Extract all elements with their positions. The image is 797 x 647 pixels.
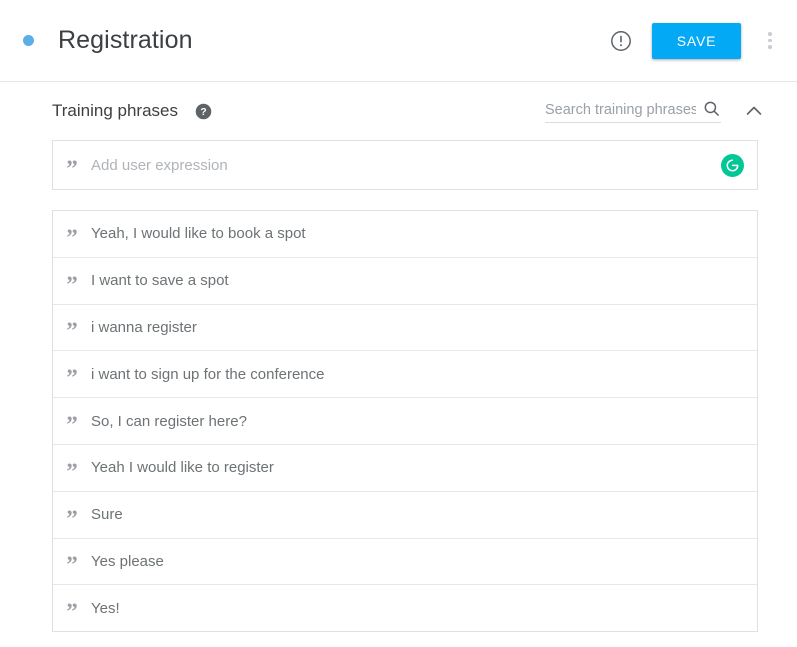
help-icon[interactable]: ?: [195, 103, 212, 120]
kebab-dot: [768, 45, 772, 49]
quote-icon: ”: [66, 365, 78, 391]
training-phrase-text: Sure: [91, 506, 123, 524]
section-title: Training phrases: [52, 101, 178, 120]
error-outline-icon[interactable]: [609, 29, 633, 53]
quote-icon: ”: [66, 599, 78, 625]
table-row[interactable]: ” i wanna register: [53, 303, 757, 351]
app-header: Registration SAVE: [0, 0, 797, 82]
add-expression-row[interactable]: ”: [53, 141, 757, 189]
search-icon[interactable]: [702, 99, 721, 118]
table-row[interactable]: ” I want to save a spot: [53, 256, 757, 304]
quote-icon: ”: [66, 505, 78, 531]
training-phrase-text: i want to sign up for the conference: [91, 365, 325, 383]
section-header: Training phrases ?: [0, 82, 797, 140]
page-title: Registration: [58, 26, 193, 54]
training-phrase-text: I want to save a spot: [91, 272, 229, 290]
table-row[interactable]: ” i want to sign up for the conference: [53, 350, 757, 397]
training-phrases-list: ” Yeah, I would like to book a spot ” I wan…: [52, 210, 758, 633]
chevron-up-icon[interactable]: [743, 100, 765, 122]
add-expression-card[interactable]: ”: [52, 140, 758, 190]
quote-icon: ”: [66, 458, 78, 484]
table-row[interactable]: ” Yeah, I would like to book a spot: [53, 211, 757, 257]
quote-icon: ”: [66, 271, 78, 297]
table-row[interactable]: ” Yes!: [53, 584, 757, 631]
table-row[interactable]: ” So, I can register here?: [53, 397, 757, 444]
save-button[interactable]: SAVE: [652, 22, 741, 59]
intent-status-dot: [23, 35, 34, 46]
training-phrase-text: So, I can register here?: [91, 412, 247, 430]
quote-icon: ”: [66, 412, 78, 438]
quote-icon: ”: [66, 224, 78, 250]
table-row[interactable]: ” Yes please: [53, 537, 757, 585]
training-phrase-text: i wanna register: [91, 318, 197, 336]
training-phrase-text: Yes!: [91, 599, 120, 617]
training-phrase-text: Yes please: [91, 552, 164, 570]
kebab-dot: [768, 38, 772, 43]
more-vert-icon[interactable]: [758, 23, 782, 59]
quote-icon: ”: [66, 318, 78, 344]
kebab-dot: [768, 32, 772, 36]
training-phrases-section: Training phrases ? ”: [0, 82, 797, 633]
training-phrase-text: Yeah, I would like to book a spot: [91, 225, 306, 243]
search-field[interactable]: [545, 99, 721, 123]
add-expression-input[interactable]: [91, 156, 721, 174]
table-row[interactable]: ” Sure: [53, 490, 757, 538]
search-input[interactable]: [545, 102, 696, 118]
table-row[interactable]: ” Yeah I would like to register: [53, 443, 757, 491]
quote-icon: ”: [66, 552, 78, 578]
training-phrase-text: Yeah I would like to register: [91, 459, 274, 477]
agent-badge-icon[interactable]: [721, 153, 744, 177]
quote-icon: ”: [66, 156, 78, 181]
svg-text:?: ?: [200, 107, 206, 118]
